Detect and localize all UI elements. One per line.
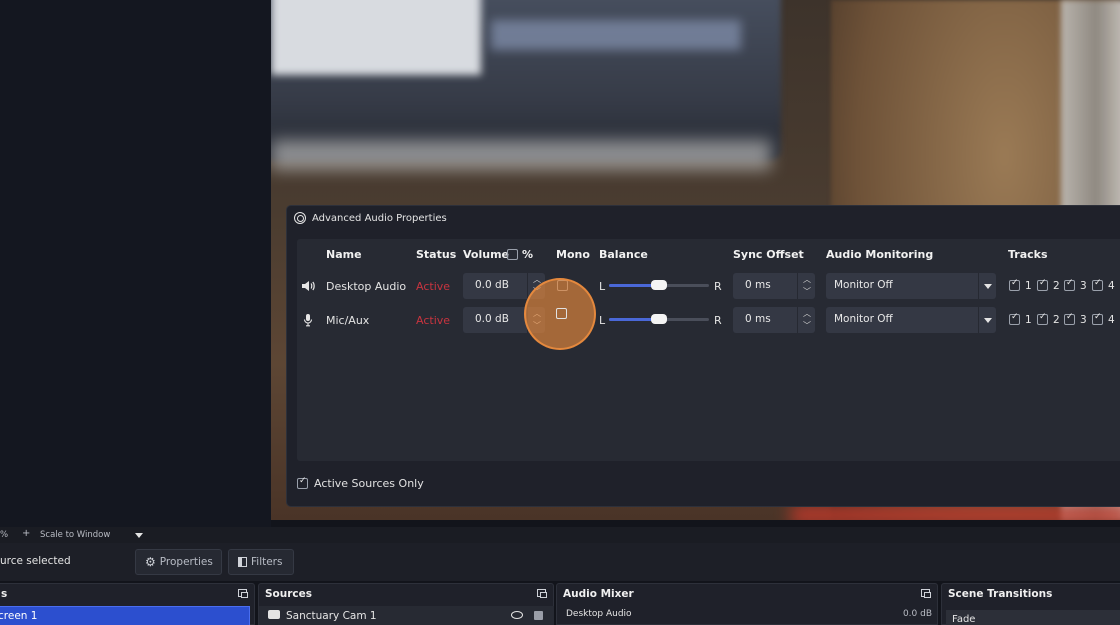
- track-label: 4: [1108, 314, 1115, 326]
- track-4-checkbox[interactable]: [1092, 278, 1103, 291]
- balance-right-label: R: [714, 314, 722, 327]
- spin-down-icon[interactable]: ﹀: [802, 287, 812, 297]
- header-audio-monitoring: Audio Monitoring: [826, 248, 934, 261]
- header-volume-unit: %: [522, 248, 534, 261]
- dock-title: s: [1, 588, 8, 600]
- scene-item[interactable]: creen 1: [0, 606, 250, 625]
- balance-slider[interactable]: [609, 314, 709, 324]
- audio-sources-table: Name Status Volume % Mono Balance Sync O…: [297, 239, 1120, 461]
- dialog-title: Advanced Audio Properties: [312, 212, 447, 224]
- balance-left-label: L: [599, 280, 606, 293]
- dock-title: Scene Transitions: [948, 588, 1053, 600]
- properties-button[interactable]: ⚙ Properties: [135, 549, 222, 575]
- filter-icon: [238, 557, 247, 567]
- scene-transitions-dock: Scene Transitions Fade: [941, 583, 1120, 625]
- active-sources-only-checkbox[interactable]: [297, 476, 308, 489]
- spin-up-icon[interactable]: ︿: [802, 275, 812, 285]
- track-3-checkbox[interactable]: [1064, 278, 1075, 291]
- header-status: Status: [416, 248, 457, 261]
- row-name: Desktop Audio: [326, 280, 407, 293]
- obs-logo-icon: [294, 212, 306, 224]
- mixer-channel-level: 0.0 dB: [902, 609, 932, 619]
- sync-offset-spinbox[interactable]: 0 ms ︿ ﹀: [733, 307, 815, 333]
- dock-title: Audio Mixer: [563, 588, 634, 600]
- track-label: 1: [1025, 280, 1032, 292]
- header-sync-offset: Sync Offset: [733, 248, 804, 261]
- gear-icon: ⚙: [145, 555, 156, 569]
- sync-offset-value: 0 ms: [745, 313, 771, 325]
- volume-value: 0.0 dB: [475, 313, 509, 325]
- header-name: Name: [326, 248, 362, 261]
- row-status: Active: [416, 314, 451, 327]
- active-sources-only-label: Active Sources Only: [314, 477, 424, 490]
- audio-monitoring-dropdown[interactable]: Monitor Off: [826, 307, 996, 333]
- camera-icon: [268, 610, 280, 619]
- balance-right-label: R: [714, 280, 722, 293]
- dock-title: Sources: [265, 588, 313, 600]
- audio-monitoring-dropdown[interactable]: Monitor Off: [826, 273, 996, 299]
- mixer-channel-name: Desktop Audio: [566, 609, 632, 619]
- microphone-icon: [303, 314, 313, 327]
- mixer-channel: Desktop Audio 0.0 dB: [557, 606, 938, 625]
- advanced-audio-properties-dialog: Advanced Audio Properties Name Status Vo…: [286, 205, 1120, 507]
- row-status: Active: [416, 280, 451, 293]
- audio-mixer-dock: Audio Mixer Desktop Audio 0.0 dB: [556, 583, 938, 625]
- balance-left-label: L: [599, 314, 606, 327]
- audio-monitoring-value: Monitor Off: [834, 279, 893, 291]
- source-toolbar: urce selected ⚙ Properties Filters: [0, 543, 1120, 581]
- header-mono: Mono: [556, 248, 590, 261]
- header-tracks: Tracks: [1008, 248, 1048, 261]
- audio-monitoring-value: Monitor Off: [834, 313, 893, 325]
- dialog-titlebar: Advanced Audio Properties: [287, 206, 1120, 230]
- sync-offset-value: 0 ms: [745, 279, 771, 291]
- row-name: Mic/Aux: [326, 314, 370, 327]
- sources-dock: Sources Sanctuary Cam 1: [258, 583, 554, 625]
- track-1-checkbox[interactable]: [1009, 278, 1020, 291]
- active-sources-only-option[interactable]: Active Sources Only: [297, 476, 424, 490]
- header-volume: Volume: [463, 248, 509, 261]
- zoom-percent: %: [0, 530, 9, 540]
- track-1-checkbox[interactable]: [1009, 312, 1020, 325]
- volume-percent-checkbox[interactable]: [507, 249, 518, 260]
- spin-down-icon[interactable]: ﹀: [802, 321, 812, 331]
- spin-up-icon[interactable]: ︿: [802, 309, 812, 319]
- track-label: 2: [1053, 314, 1060, 326]
- sync-offset-spinbox[interactable]: 0 ms ︿ ﹀: [733, 273, 815, 299]
- track-3-checkbox[interactable]: [1064, 312, 1075, 325]
- chevron-down-icon[interactable]: [135, 533, 143, 538]
- eye-icon[interactable]: [511, 611, 523, 619]
- undock-icon[interactable]: [537, 589, 547, 598]
- track-2-checkbox[interactable]: [1037, 278, 1048, 291]
- scale-mode-label: Scale to Window: [40, 530, 111, 540]
- track-label: 2: [1053, 280, 1060, 292]
- lock-icon[interactable]: [534, 611, 543, 620]
- undock-icon[interactable]: [921, 589, 931, 598]
- scenes-dock: s creen 1: [0, 583, 255, 625]
- track-label: 4: [1108, 280, 1115, 292]
- filters-button[interactable]: Filters: [228, 549, 294, 575]
- speaker-icon: [302, 281, 315, 291]
- balance-slider-handle[interactable]: [651, 280, 667, 290]
- track-4-checkbox[interactable]: [1092, 312, 1103, 325]
- source-item[interactable]: Sanctuary Cam 1: [259, 606, 554, 625]
- header-balance: Balance: [599, 248, 648, 261]
- no-source-selected-label: urce selected: [0, 555, 71, 567]
- zoom-in-button[interactable]: +: [22, 528, 30, 539]
- balance-slider[interactable]: [609, 280, 709, 290]
- transition-dropdown[interactable]: Fade: [946, 610, 1120, 625]
- mono-checkbox[interactable]: [556, 308, 567, 319]
- undock-icon[interactable]: [238, 589, 248, 598]
- preview-zoom-bar: % + Scale to Window: [0, 527, 1120, 543]
- chevron-down-icon[interactable]: [978, 307, 996, 333]
- volume-value: 0.0 dB: [475, 279, 509, 291]
- track-label: 1: [1025, 314, 1032, 326]
- balance-slider-handle[interactable]: [651, 314, 667, 324]
- track-label: 3: [1080, 314, 1087, 326]
- track-label: 3: [1080, 280, 1087, 292]
- left-panel-background: [0, 0, 271, 527]
- track-2-checkbox[interactable]: [1037, 312, 1048, 325]
- chevron-down-icon[interactable]: [978, 273, 996, 299]
